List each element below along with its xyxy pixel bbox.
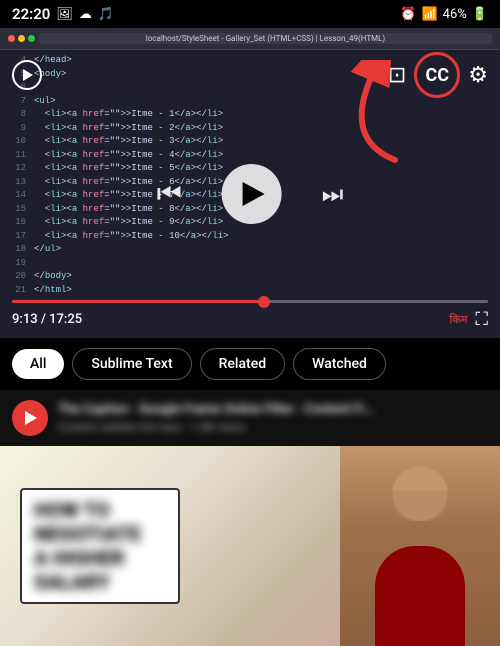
browser-bar: localhost/StyleSheet - Gallery_Set (HTML…: [0, 28, 500, 50]
browser-url: localhost/StyleSheet - Gallery_Set (HTML…: [39, 33, 492, 44]
battery-text: 46%: [443, 7, 467, 22]
person-silhouette: [340, 446, 500, 646]
battery-icon: 🔋: [472, 7, 488, 22]
video-controls-overlay: ⊡ CC ⚙ ⏮ ⏭: [0, 50, 500, 338]
music-icon: 🎵: [98, 7, 114, 22]
top-left-controls: [12, 60, 42, 90]
video-thumbnail: HOW TO NEGOTIATE A HIGHER SALARY: [0, 446, 500, 646]
thumbnail-text-box: HOW TO NEGOTIATE A HIGHER SALARY: [20, 488, 180, 604]
watermark-text: किम: [450, 312, 468, 327]
play-button[interactable]: [222, 164, 282, 224]
tab-sublime-text[interactable]: Sublime Text: [72, 348, 191, 380]
video-player[interactable]: localhost/StyleSheet - Gallery_Set (HTML…: [0, 28, 500, 338]
top-right-controls: ⊡ CC ⚙: [388, 52, 488, 98]
photo-icon: 🖼: [56, 7, 73, 22]
time-display: 9:13 / 17:25: [12, 312, 82, 327]
play-triangle-icon: [243, 182, 265, 206]
cast-icon[interactable]: ⊡: [388, 63, 406, 88]
tab-watched[interactable]: Watched: [293, 348, 386, 380]
person-face: [393, 491, 448, 521]
video-list: The Caption - Google Frame Online Filter…: [0, 390, 500, 646]
status-bar: 22:20 🖼 ☁ 🎵 ⏰ 📶 46% 🔋: [0, 0, 500, 28]
cc-icon: CC: [425, 65, 449, 86]
top-controls: ⊡ CC ⚙: [0, 50, 500, 100]
tabs-row: All Sublime Text Related Watched: [12, 348, 488, 380]
video-title: The Caption - Google Frame Online Filter…: [58, 402, 488, 419]
wifi-icon: 📶: [421, 7, 437, 22]
minimize-dot: [18, 35, 25, 42]
play-triangle-icon: [23, 69, 33, 81]
tabs-section: All Sublime Text Related Watched: [0, 338, 500, 390]
settings-icon[interactable]: ⚙: [468, 63, 488, 88]
thumbnail-person: [340, 446, 500, 646]
channel-icon: [12, 400, 48, 436]
tab-related[interactable]: Related: [200, 348, 285, 380]
alarm-icon: ⏰: [400, 7, 416, 22]
fullscreen-icon[interactable]: ⛶: [475, 309, 488, 330]
video-card[interactable]: HOW TO NEGOTIATE A HIGHER SALARY: [0, 446, 500, 646]
skip-previous-icon[interactable]: ⏮: [157, 177, 182, 211]
bottom-row: 9:13 / 17:25 किम ⛶: [12, 309, 488, 330]
status-right: ⏰ 📶 46% 🔋: [400, 7, 488, 22]
video-subtitle: Content subtitle info here · 1.2M views: [58, 421, 488, 434]
status-left: 22:20 🖼 ☁ 🎵: [12, 5, 114, 23]
maximize-dot: [28, 35, 35, 42]
small-play-button[interactable]: [12, 60, 42, 90]
bottom-right-icons: किम ⛶: [450, 309, 488, 330]
thumbnail-heading-line1: HOW TO NEGOTIATE: [34, 498, 166, 546]
person-body: [375, 546, 465, 646]
center-controls: ⏮ ⏭: [157, 164, 344, 224]
cc-button[interactable]: CC: [414, 52, 460, 98]
cloud-icon: ☁: [79, 7, 92, 22]
bottom-controls: 9:13 / 17:25 किम ⛶: [0, 292, 500, 338]
progress-thumb[interactable]: [258, 296, 270, 308]
close-dot: [8, 35, 15, 42]
tab-all[interactable]: All: [12, 349, 64, 379]
video-title-area: The Caption - Google Frame Online Filter…: [58, 402, 488, 434]
thumbnail-left: HOW TO NEGOTIATE A HIGHER SALARY: [0, 468, 340, 624]
skip-next-icon[interactable]: ⏭: [322, 180, 344, 208]
thumbnail-heading-line2: A HIGHER SALARY: [34, 546, 166, 594]
video-list-item[interactable]: The Caption - Google Frame Online Filter…: [0, 390, 500, 446]
progress-fill: [12, 300, 264, 303]
window-controls: [8, 35, 35, 42]
progress-bar[interactable]: [12, 300, 488, 303]
status-time: 22:20: [12, 5, 50, 23]
play-icon: [20, 408, 40, 428]
